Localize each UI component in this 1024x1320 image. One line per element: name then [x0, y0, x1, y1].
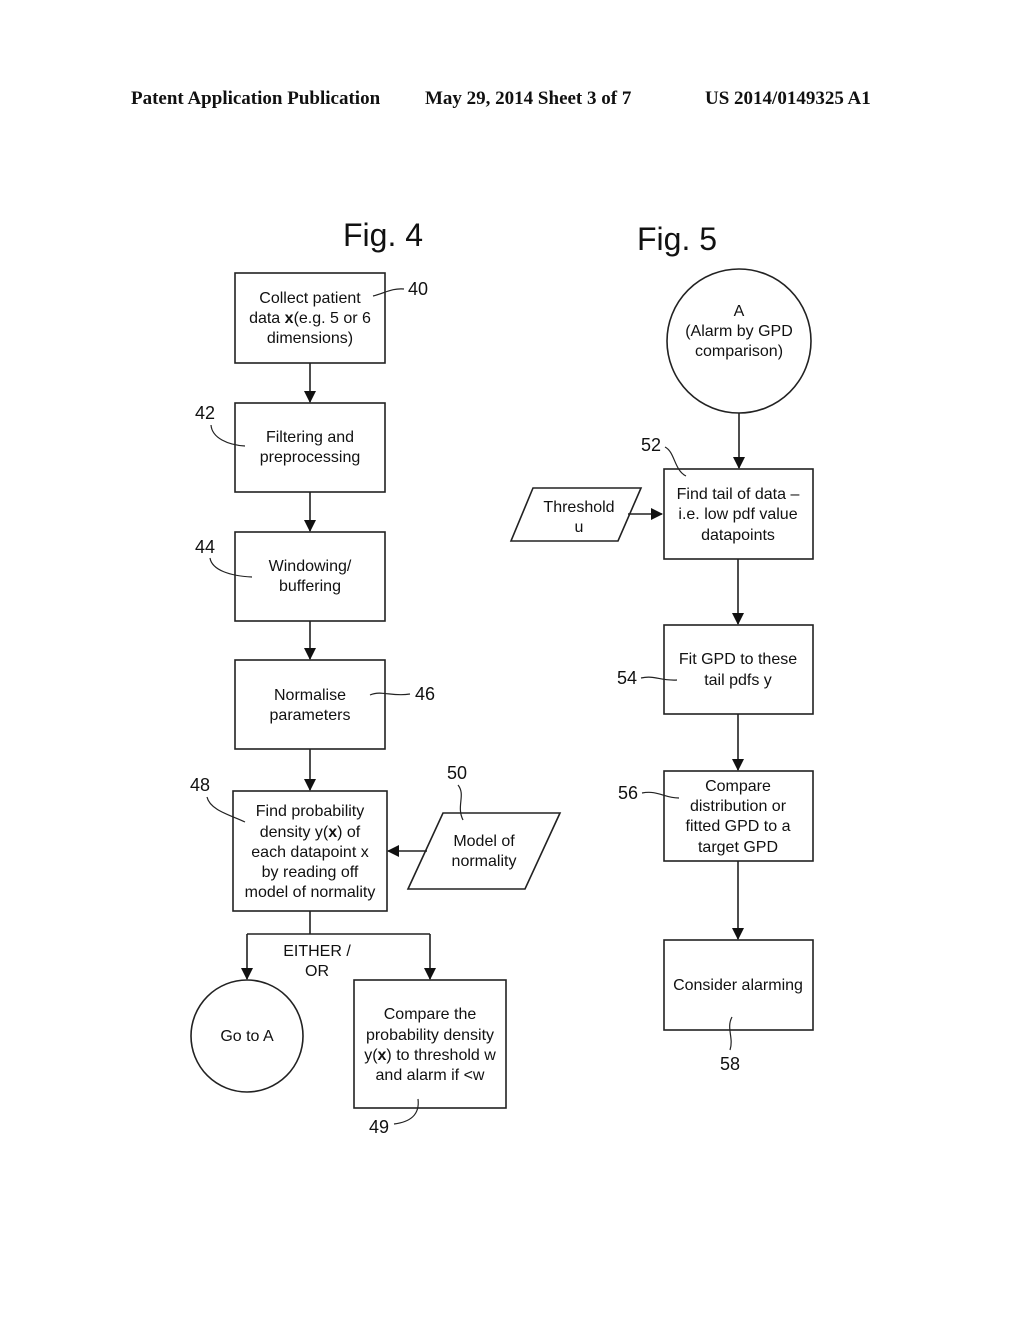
ref-48: 48 — [190, 775, 210, 795]
ref-52: 52 — [641, 435, 661, 455]
input-model-of-normality: Model of normality — [406, 812, 562, 890]
svg-text:Filtering and: Filtering and — [266, 429, 354, 446]
svg-text:Fit GPD to these: Fit GPD to these — [679, 651, 797, 668]
svg-text:comparison): comparison) — [695, 343, 783, 360]
svg-text:u: u — [575, 519, 584, 536]
svg-text:Collect patient: Collect patient — [259, 290, 361, 307]
svg-text:datapoints: datapoints — [701, 527, 775, 544]
svg-text:Threshold: Threshold — [543, 499, 614, 516]
svg-text:dimensions): dimensions) — [267, 330, 353, 347]
svg-text:data x(e.g. 5 or 6: data x(e.g. 5 or 6 — [249, 310, 371, 327]
svg-text:(Alarm by GPD: (Alarm by GPD — [685, 323, 793, 340]
svg-text:normality: normality — [452, 853, 517, 870]
ref-44: 44 — [195, 537, 215, 557]
svg-text:y(x) to threshold w: y(x) to threshold w — [364, 1047, 496, 1064]
svg-text:and alarm if <w: and alarm if <w — [376, 1067, 485, 1084]
svg-text:by reading off: by reading off — [262, 864, 359, 881]
fig4-title: Fig. 4 — [343, 217, 423, 253]
svg-text:Compare the: Compare the — [384, 1006, 477, 1023]
ref-42: 42 — [195, 403, 215, 423]
svg-text:Find probability: Find probability — [256, 803, 365, 820]
branch-label-either: EITHER / — [283, 943, 351, 960]
step-filtering: Filtering and preprocessing — [234, 402, 386, 493]
step-collect-patient-data: Collect patient data x(e.g. 5 or 6 dimen… — [234, 272, 386, 364]
svg-text:Compare: Compare — [705, 778, 771, 795]
svg-text:Consider alarming: Consider alarming — [673, 977, 803, 994]
flowchart-canvas: Fig. 4 Collect patient data x(e.g. 5 or … — [190, 217, 814, 1137]
step-normalise: Normalise parameters — [234, 659, 386, 750]
step-compare-threshold: Compare the probability density y(x) to … — [353, 979, 507, 1109]
ref-40: 40 — [408, 279, 428, 299]
ref-56: 56 — [618, 783, 638, 803]
connector-go-to-a: Go to A — [190, 979, 304, 1093]
svg-text:Go to A: Go to A — [220, 1028, 274, 1045]
svg-text:i.e. low pdf value: i.e. low pdf value — [678, 506, 797, 523]
branch-label-or: OR — [305, 963, 329, 980]
svg-text:density y(x) of: density y(x) of — [260, 824, 361, 841]
svg-text:parameters: parameters — [270, 707, 351, 724]
ref-46: 46 — [415, 684, 435, 704]
step-find-tail: Find tail of data – i.e. low pdf value d… — [663, 468, 814, 560]
step-consider-alarming: Consider alarming — [663, 939, 814, 1031]
svg-text:model of normality: model of normality — [245, 884, 376, 901]
svg-text:each datapoint x: each datapoint x — [251, 844, 368, 861]
svg-text:Normalise: Normalise — [274, 687, 346, 704]
ref-50: 50 — [447, 763, 467, 783]
ref-49: 49 — [369, 1117, 389, 1137]
ref-58: 58 — [720, 1054, 740, 1074]
fig5-title: Fig. 5 — [637, 221, 717, 257]
svg-text:Find tail of data –: Find tail of data – — [677, 486, 800, 503]
svg-text:Model of: Model of — [453, 833, 515, 850]
step-fit-gpd: Fit GPD to these tail pdfs y — [663, 624, 814, 715]
input-threshold-u: Threshold u — [509, 487, 643, 542]
svg-text:probability density: probability density — [366, 1027, 494, 1044]
step-windowing: Windowing/ buffering — [234, 531, 386, 622]
svg-text:Windowing/: Windowing/ — [269, 558, 352, 575]
svg-text:fitted GPD to a: fitted GPD to a — [686, 818, 791, 835]
svg-text:buffering: buffering — [279, 578, 341, 595]
svg-text:A: A — [734, 303, 745, 320]
svg-text:target GPD: target GPD — [698, 839, 778, 856]
svg-text:tail pdfs y: tail pdfs y — [704, 672, 772, 689]
svg-text:preprocessing: preprocessing — [260, 449, 361, 466]
step-find-probability-density: Find probability density y(x) of each da… — [232, 790, 388, 912]
connector-a-alarm-by-gpd: A (Alarm by GPD comparison) — [666, 268, 812, 414]
step-compare-distribution: Compare distribution or fitted GPD to a … — [663, 770, 814, 862]
ref-54: 54 — [617, 668, 637, 688]
svg-text:distribution or: distribution or — [690, 798, 787, 815]
